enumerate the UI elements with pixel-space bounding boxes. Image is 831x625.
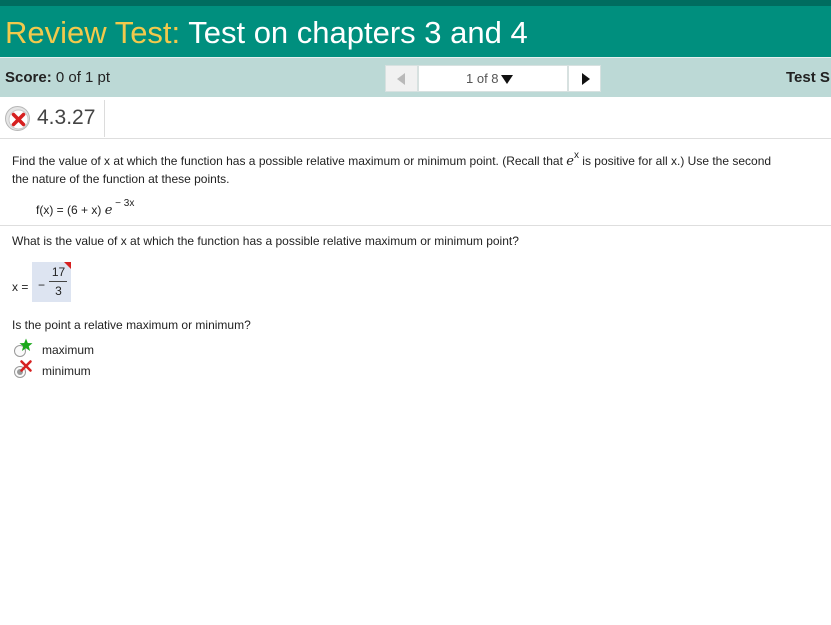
score-label: Score: (5, 69, 52, 86)
answer-sign: − (38, 278, 46, 292)
previous-question-button[interactable] (385, 65, 418, 92)
pager-label: 1 of 8 (466, 71, 513, 86)
answer-input-box[interactable]: − 17 3 (32, 262, 71, 302)
fraction-bar (49, 281, 67, 282)
score-value: 0 of 1 pt (51, 69, 111, 86)
header-bar: Review Test: Test on chapters 3 and 4 (0, 0, 831, 57)
question-number: 4.3.27 (37, 106, 96, 129)
option-label: minimum (42, 364, 91, 378)
score-display: Score: 0 of 1 pt (5, 69, 110, 86)
caret-down-icon (500, 75, 513, 84)
question-header: 4.3.27 (0, 98, 831, 139)
header-divider (104, 100, 105, 137)
arrow-left-icon (397, 73, 405, 85)
question-prompt-2: Is the point a relative maximum or minim… (12, 318, 251, 332)
instruction-text-line2: the nature of the function at these poin… (12, 172, 230, 186)
title-prefix: Review Test: (5, 15, 181, 50)
incorrect-flag-icon (64, 262, 71, 269)
function-expression: f(x) = (6 + x) e − 3x (36, 198, 135, 218)
page-title: Review Test: Test on chapters 3 and 4 (5, 15, 528, 51)
score-bar: Score: 0 of 1 pt 1 of 8 Test S (0, 57, 831, 97)
question-content: Find the value of x at which the functio… (0, 150, 831, 378)
incorrect-status-icon (5, 106, 30, 131)
option-minimum[interactable]: minimum (12, 360, 212, 379)
instruction-text: Find the value of x at which the functio… (12, 150, 772, 169)
option-label: maximum (42, 343, 95, 357)
incorrect-x-icon (20, 360, 32, 372)
title-main: Test on chapters 3 and 4 (180, 15, 528, 50)
question-prompt-1: What is the value of x at which the func… (12, 234, 519, 248)
answer-denominator: 3 (55, 284, 62, 298)
question-pager-dropdown[interactable]: 1 of 8 (418, 65, 568, 92)
correct-star-icon (19, 338, 33, 351)
answer-label: x = (12, 280, 29, 294)
test-score-label: Test S (786, 69, 830, 86)
section-divider (0, 225, 831, 226)
arrow-right-icon (582, 73, 590, 85)
option-maximum[interactable]: maximum (12, 338, 212, 358)
next-question-button[interactable] (568, 65, 601, 92)
